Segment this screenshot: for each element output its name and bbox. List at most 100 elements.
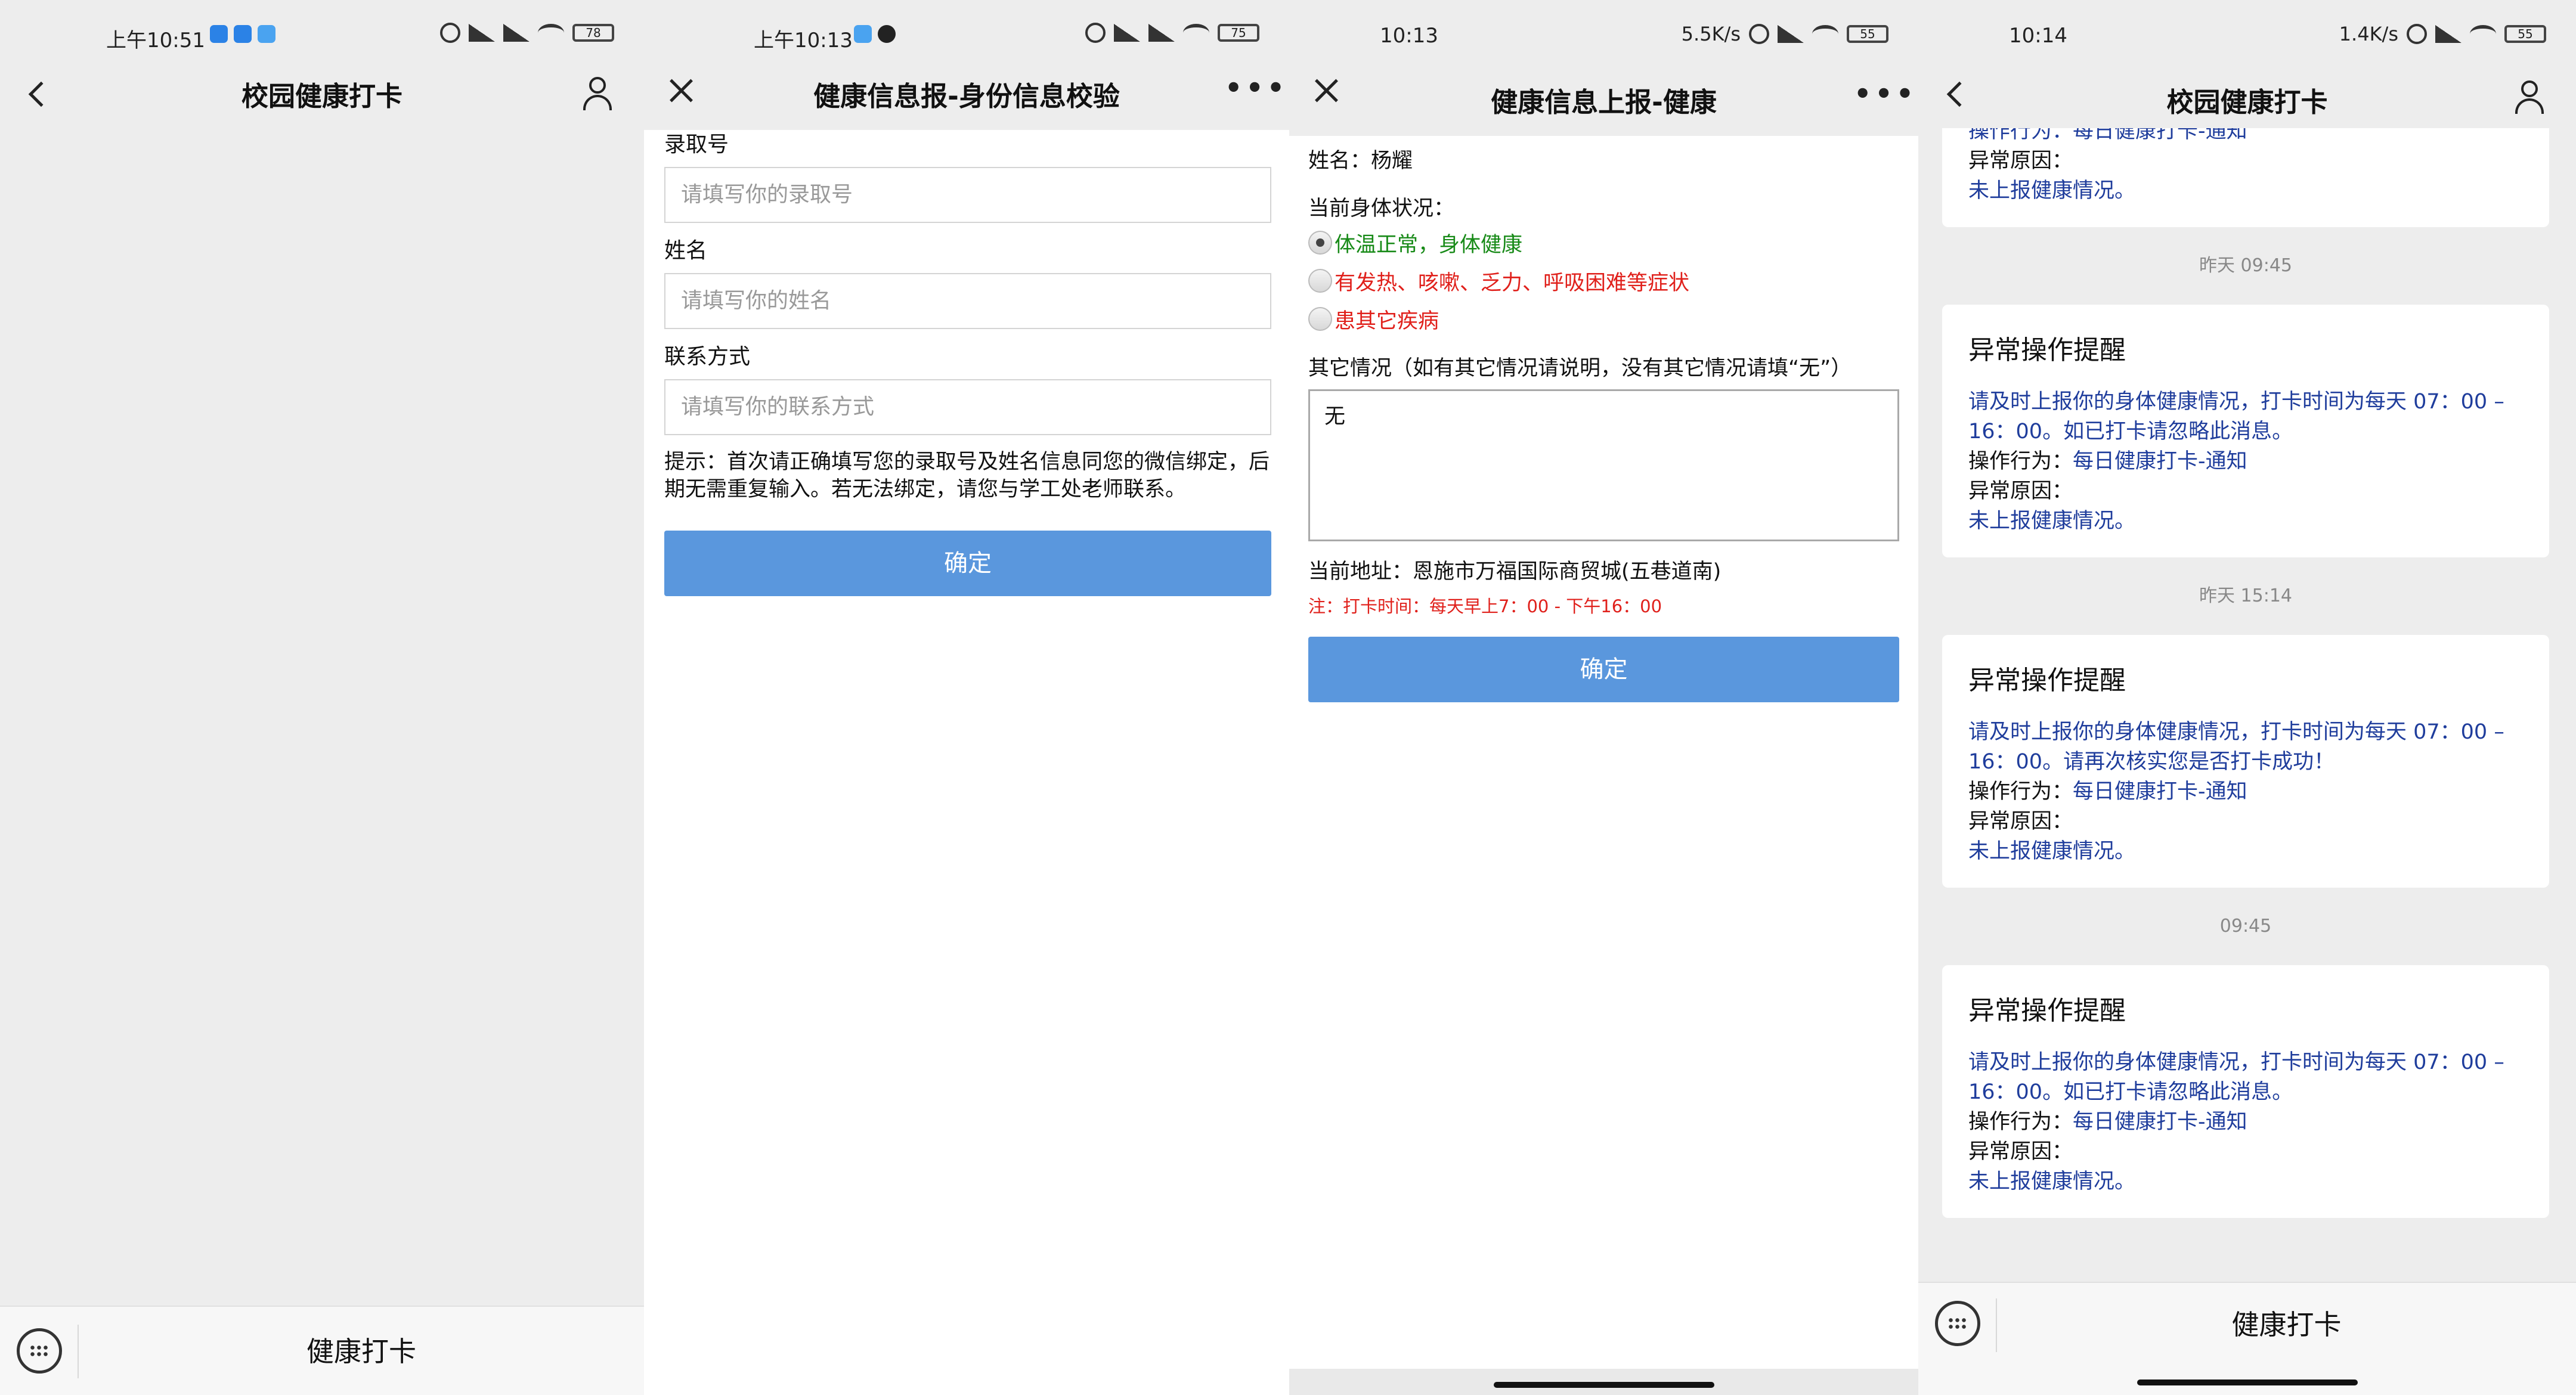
status-icons: 78 — [440, 23, 614, 43]
wifi-icon — [2470, 25, 2496, 43]
screen-campus-health-messages: 10:14 1.4K/s 55 校园健康打卡 操作行为：每日健康打卡-通知 异常… — [1918, 0, 2576, 1395]
signal-icon — [1778, 25, 1804, 43]
message-text: 请及时上报你的身体健康情况，打卡时间为每天 07：00 – 16：00。请再次核… — [1968, 720, 2504, 774]
reason-value: 未上报健康情况。 — [1968, 509, 2136, 533]
other-conditions-textarea[interactable]: 无 — [1308, 389, 1899, 541]
message-title: 异常操作提醒 — [1968, 335, 2126, 365]
option-healthy[interactable]: 体温正常，身体健康 — [1308, 224, 1899, 262]
checkin-time-note: 注：打卡时间：每天早上7：00 - 下午16：00 — [1308, 596, 1662, 616]
message-card[interactable]: 异常操作提醒 请及时上报你的身体健康情况，打卡时间为每天 07：00 – 16：… — [1942, 965, 2549, 1218]
message-notification-icon — [234, 25, 252, 43]
message-text: 请及时上报你的身体健康情况，打卡时间为每天 07：00 – 16：00。如已打卡… — [1968, 390, 2504, 444]
option-symptoms[interactable]: 有发热、咳嗽、乏力、呼吸困难等症状 — [1308, 262, 1899, 300]
identity-form: 录取号 请填写你的录取号 姓名 请填写你的姓名 联系方式 请填写你的联系方式 提… — [664, 130, 1271, 596]
signal-icon — [2435, 25, 2462, 43]
keyboard-toggle-icon[interactable] — [17, 1328, 62, 1374]
confirm-button[interactable]: 确定 — [1308, 637, 1899, 702]
status-time: 10:13 — [1380, 24, 1438, 48]
contact-label: 联系方式 — [664, 345, 751, 369]
message-body: 请及时上报你的身体健康情况，打卡时间为每天 07：00 – 16：00。如已打卡… — [1968, 1047, 2523, 1196]
screenshot-collage: 上午10:51 78 校园健康打卡 健康打卡 上午10:13 75 健康信息报-… — [0, 0, 2576, 1395]
admission-no-input[interactable]: 请填写你的录取号 — [664, 167, 1271, 223]
contact-input[interactable]: 请填写你的联系方式 — [664, 379, 1271, 435]
current-address: 当前地址：恩施市万福国际商贸城(五巷道南) — [1308, 560, 1722, 584]
alarm-icon — [1749, 24, 1769, 44]
battery-icon: 55 — [1847, 25, 1888, 43]
battery-icon: 55 — [2504, 25, 2546, 43]
action-value: 每日健康打卡-通知 — [2073, 450, 2247, 473]
name-input[interactable]: 请填写你的姓名 — [664, 273, 1271, 329]
network-speed: 1.4K/s — [2339, 23, 2398, 45]
reason-value: 未上报健康情况。 — [1968, 1170, 2136, 1194]
keyboard-toggle-icon[interactable] — [1935, 1301, 1980, 1346]
reason-label: 异常原因： — [1968, 1140, 2073, 1164]
message-body: 操作行为：每日健康打卡-通知 异常原因： 未上报健康情况。 — [1968, 128, 2523, 206]
menu-health-checkin[interactable]: 健康打卡 — [1997, 1283, 2576, 1366]
wifi-icon — [538, 24, 564, 42]
admission-no-label: 录取号 — [664, 132, 729, 157]
battery-icon: 75 — [1218, 24, 1259, 42]
message-title: 异常操作提醒 — [1968, 996, 2126, 1026]
action-line: 操作行为：每日健康打卡-通知 — [1968, 128, 2247, 143]
radio-icon[interactable] — [1308, 269, 1332, 293]
status-time: 10:14 — [2009, 24, 2067, 48]
nav-bar: 健康信息上报-健康 ••• — [1289, 63, 1918, 136]
network-speed: 5.5K/s — [1681, 23, 1741, 45]
confirm-button[interactable]: 确定 — [664, 531, 1271, 596]
page-title: 健康信息报-身份信息校验 — [813, 80, 1120, 112]
gallery-notification-icon — [258, 25, 275, 43]
notification-icons — [854, 25, 896, 43]
reason-value: 未上报健康情况。 — [1968, 839, 2136, 863]
signal-icon — [1114, 24, 1140, 42]
message-card[interactable]: 异常操作提醒 请及时上报你的身体健康情况，打卡时间为每天 07：00 – 16：… — [1942, 305, 2549, 557]
message-timestamp: 09:45 — [2219, 916, 2272, 937]
status-bar: 10:13 5.5K/s 55 — [1289, 0, 1918, 72]
screen-identity-verify: 上午10:13 75 健康信息报-身份信息校验 ••• 录取号 请填写你的录取号… — [644, 0, 1289, 1395]
option-other-illness[interactable]: 患其它疾病 — [1308, 300, 1899, 338]
menu-health-checkin[interactable]: 健康打卡 — [79, 1307, 644, 1395]
message-body: 请及时上报你的身体健康情况，打卡时间为每天 07：00 – 16：00。请再次核… — [1968, 717, 2523, 866]
action-value: 每日健康打卡-通知 — [2073, 1110, 2247, 1134]
student-name: 姓名：杨耀 — [1308, 149, 1413, 173]
other-conditions-label: 其它情况（如有其它情况请说明，没有其它情况请填“无”） — [1308, 356, 1852, 380]
battery-icon: 78 — [572, 24, 614, 42]
signal-icon — [469, 24, 495, 42]
home-indicator[interactable] — [1493, 1382, 1714, 1388]
radio-checked-icon[interactable] — [1308, 231, 1332, 255]
wifi-icon — [1812, 25, 1838, 43]
reason-label: 异常原因： — [1968, 810, 2073, 833]
reason-value: 未上报健康情况。 — [1968, 179, 2136, 203]
alarm-icon — [2407, 24, 2427, 44]
person-icon — [580, 76, 615, 111]
message-card[interactable]: 异常操作提醒 请及时上报你的身体健康情况，打卡时间为每天 07：00 – 16：… — [1942, 635, 2549, 888]
person-icon — [2512, 79, 2547, 115]
profile-button[interactable] — [580, 76, 621, 111]
status-bar: 上午10:13 75 — [644, 0, 1289, 72]
more-options-icon[interactable]: ••• — [1854, 80, 1914, 117]
message-timestamp: 昨天 09:45 — [2199, 255, 2292, 276]
status-time: 上午10:51 — [106, 29, 205, 52]
option-label: 体温正常，身体健康 — [1335, 232, 1523, 257]
nav-bar: 校园健康打卡 — [1918, 63, 2576, 128]
message-timestamp: 昨天 15:14 — [2199, 585, 2292, 606]
screen-campus-health-empty: 上午10:51 78 校园健康打卡 健康打卡 — [0, 0, 644, 1395]
action-label: 操作行为： — [1968, 450, 2073, 473]
reason-label: 异常原因： — [1968, 149, 2073, 173]
binding-hint: 提示：首次请正确填写您的录取号及姓名信息同您的微信绑定，后期无需重复输入。若无法… — [664, 450, 1270, 501]
message-card-partial: 操作行为：每日健康打卡-通知 异常原因： 未上报健康情况。 — [1942, 128, 2549, 227]
signal-2-icon — [1148, 24, 1175, 42]
more-options-icon[interactable]: ••• — [1225, 74, 1284, 111]
action-label: 操作行为： — [1968, 780, 2073, 804]
home-indicator[interactable] — [2137, 1380, 2358, 1385]
bottom-menu-bar: 健康打卡 — [0, 1306, 644, 1395]
message-body: 请及时上报你的身体健康情况，打卡时间为每天 07：00 – 16：00。如已打卡… — [1968, 387, 2523, 536]
status-icons: 5.5K/s 55 — [1682, 23, 1888, 45]
option-label: 有发热、咳嗽、乏力、呼吸困难等症状 — [1335, 271, 1690, 295]
action-value: 每日健康打卡-通知 — [2073, 780, 2247, 804]
qq-notification-icon — [878, 25, 896, 43]
gallery-notification-icon — [854, 25, 872, 43]
status-icons: 75 — [1085, 23, 1259, 43]
alarm-icon — [440, 23, 460, 43]
radio-icon[interactable] — [1308, 307, 1332, 331]
profile-button[interactable] — [2512, 79, 2553, 115]
